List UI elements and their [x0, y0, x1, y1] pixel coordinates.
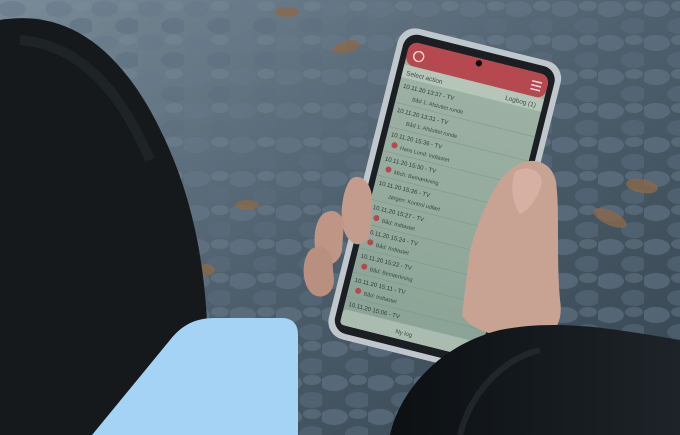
scene-svg: Select action Logbog (1) 10.11.20 13:37 … — [0, 0, 680, 435]
photo-scene: Select action Logbog (1) 10.11.20 13:37 … — [0, 0, 680, 435]
